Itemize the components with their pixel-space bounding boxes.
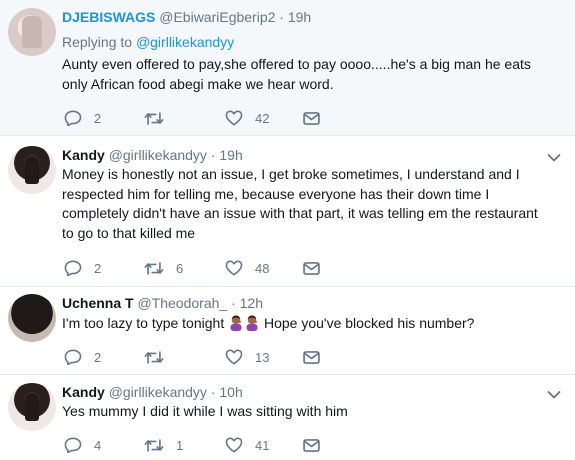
display-name[interactable]: Kandy [62,147,105,163]
separator-dot: · [231,295,236,311]
like-button[interactable]: 48 [225,258,269,278]
reply-button[interactable]: 2 [64,258,101,278]
tweet-text: I'm too lazy to type tonight Hope you've… [62,314,552,334]
tweet-header: Kandy @girllikekandyy · 19h [62,147,243,163]
direct-message-button[interactable] [303,108,320,128]
heart-icon [225,110,243,126]
user-handle[interactable]: @girllikekandyy [109,384,207,400]
tweet-actions: 2 6 48 [62,258,362,278]
reply-count: 4 [94,437,102,453]
avatar[interactable] [8,383,56,431]
timestamp[interactable]: 19h [288,9,311,25]
tweet-actions: 2 13 [62,347,362,367]
replying-to-label: Replying to [62,34,133,50]
reply-count: 2 [94,110,102,126]
tweet-text: Yes mummy I did it while I was sitting w… [62,403,348,419]
tweet-header: Kandy @girllikekandyy · 10h [62,384,243,400]
woman-facepalming-emoji [229,315,243,331]
avatar[interactable] [8,294,56,342]
retweet-count: 6 [176,260,184,276]
retweet-button[interactable]: 6 [144,258,183,278]
direct-message-button[interactable] [303,258,320,278]
like-button[interactable]: 42 [225,108,269,128]
tweet-header: Uchenna T @Theodorah_ · 12h [62,295,263,311]
separator-dot: · [210,147,216,163]
tweet-text-start: I'm too lazy to type tonight [62,315,225,331]
avatar[interactable] [8,8,56,56]
user-handle[interactable]: @girllikekandyy [109,147,207,163]
like-count: 42 [255,110,270,126]
envelope-icon [303,351,320,364]
reply-button[interactable]: 4 [64,435,101,455]
tweet-text: Money is honestly not an issue, I get br… [62,166,538,241]
replying-to: Replying to @girllikekandyy [62,34,234,50]
tweet-item[interactable]: Kandy @girllikekandyy · 10h Yes mummy I … [0,375,575,460]
reply-icon [64,260,82,276]
retweet-icon [144,261,164,276]
heart-icon [225,437,243,453]
tweet-item[interactable]: Kandy @girllikekandyy · 19h Money is hon… [0,137,575,286]
retweet-button[interactable] [144,108,176,128]
heart-icon [225,260,243,276]
like-count: 48 [255,260,270,276]
like-count: 13 [255,349,270,365]
tweet-actions: 2 42 [62,108,362,128]
reply-icon [64,437,82,453]
like-button[interactable]: 41 [225,435,269,455]
display-name[interactable]: Uchenna T [62,295,134,311]
retweet-icon [144,438,164,453]
tweet-text: Aunty even offered to pay,she offered to… [62,56,531,92]
timestamp[interactable]: 12h [240,295,263,311]
direct-message-button[interactable] [303,435,320,455]
avatar[interactable] [8,146,56,194]
direct-message-button[interactable] [303,347,320,367]
replying-to-mention[interactable]: @girllikekandyy [136,34,234,50]
retweet-button[interactable]: 1 [144,435,183,455]
user-handle[interactable]: @EbiwariEgberip2 [159,9,275,25]
like-count: 41 [255,437,270,453]
envelope-icon [303,112,320,125]
retweet-icon [144,350,164,365]
woman-facepalming-emoji [245,315,259,331]
timestamp[interactable]: 10h [219,384,242,400]
display-name[interactable]: Kandy [62,384,105,400]
heart-icon [225,349,243,365]
separator-dot: · [279,9,284,25]
tweet-actions: 4 1 41 [62,435,362,455]
reply-button[interactable]: 2 [64,347,101,367]
tweet-header: DJEBISWAGS @EbiwariEgberip2 · 19h [62,9,311,25]
like-button[interactable]: 13 [225,347,269,367]
reply-button[interactable]: 2 [64,108,101,128]
reply-count: 2 [94,349,102,365]
reply-icon [64,110,82,126]
chevron-down-icon[interactable] [547,153,561,163]
tweet-text-end: Hope you've blocked his number? [263,315,475,331]
user-handle[interactable]: @Theodorah_ [137,295,227,311]
retweet-icon [144,111,164,126]
tweet-item[interactable]: DJEBISWAGS @EbiwariEgberip2 · 19h Replyi… [0,0,575,136]
chevron-down-icon[interactable] [547,390,561,400]
display-name[interactable]: DJEBISWAGS [62,9,155,25]
retweet-button[interactable] [144,347,176,367]
timestamp[interactable]: 19h [219,147,242,163]
envelope-icon [303,262,320,275]
reply-icon [64,349,82,365]
envelope-icon [303,439,320,452]
separator-dot: · [210,384,216,400]
retweet-count: 1 [176,437,184,453]
reply-count: 2 [94,260,102,276]
tweet-item[interactable]: Uchenna T @Theodorah_ · 12h I'm too lazy… [0,287,575,374]
